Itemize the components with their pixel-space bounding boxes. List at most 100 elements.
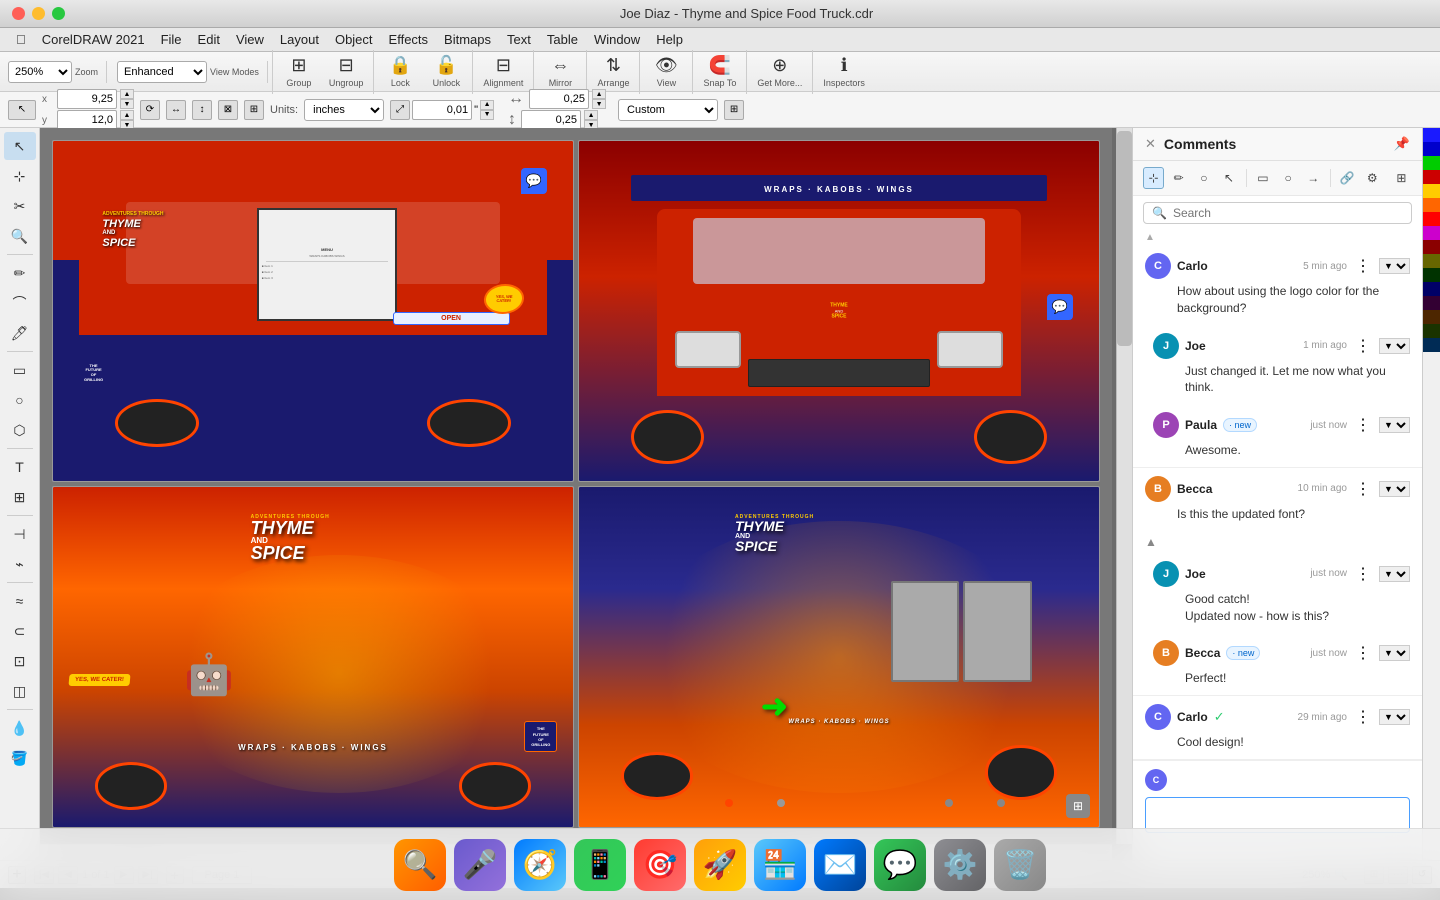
y-input[interactable] <box>57 110 117 130</box>
dock-appstore[interactable]: 🏪 <box>754 839 806 891</box>
preset-select[interactable]: Custom Letter A4 <box>618 99 718 121</box>
canvas-comment-bubble-1[interactable]: 💬 <box>521 168 547 194</box>
dock-trash[interactable]: 🗑️ <box>994 839 1046 891</box>
dock-mail[interactable]: ✉️ <box>814 839 866 891</box>
color-swatch-navy[interactable] <box>1423 282 1440 296</box>
units-select[interactable]: inches mm cm pixels <box>304 99 384 121</box>
angle-icon[interactable]: ⟳ <box>140 100 160 120</box>
dock-messages[interactable]: 💬 <box>874 839 926 891</box>
lock-button[interactable]: 🔒 Lock <box>378 44 422 100</box>
text-tool[interactable]: T <box>4 453 36 481</box>
comments-panel-options[interactable]: ⊞ <box>1391 167 1412 189</box>
color-swatch-yellow[interactable] <box>1423 184 1440 198</box>
color-swatch-brown[interactable] <box>1423 310 1440 324</box>
bezier-tool[interactable]: ⌒ <box>4 289 36 317</box>
color-swatch-forestgreen[interactable] <box>1423 324 1440 338</box>
comment-thread-options-b2[interactable]: ▼ <box>1379 645 1410 661</box>
close-comments-icon[interactable]: ✕ <box>1145 136 1156 152</box>
color-swatch-darkred[interactable] <box>1423 240 1440 254</box>
zoom-select[interactable]: 250% 100% 150% 200% <box>8 61 72 83</box>
minimize-button[interactable] <box>32 7 45 20</box>
zoom-fit-icon[interactable]: ⊞ <box>1066 794 1090 818</box>
color-swatch-red[interactable] <box>1423 170 1440 184</box>
comment-more-joe-1[interactable]: ⋮ <box>1353 336 1373 356</box>
dock-safari[interactable]: 🧭 <box>514 839 566 891</box>
menu-edit[interactable]: Edit <box>198 32 220 47</box>
comments-list[interactable]: C Carlo 5 min ago ⋮ ▼ How about using th… <box>1133 245 1422 860</box>
ellipse-tool[interactable]: ○ <box>4 386 36 414</box>
x-input[interactable] <box>57 89 117 109</box>
canvas-comment-bubble-2[interactable]: 💬 <box>1047 294 1073 320</box>
eyedropper-tool[interactable]: 💧 <box>4 714 36 742</box>
width-spin-down[interactable]: ▼ <box>592 99 606 109</box>
dock-finder[interactable]: 🔍 <box>394 839 446 891</box>
color-swatch-purple[interactable] <box>1423 226 1440 240</box>
vertical-scrollbar[interactable] <box>1116 128 1132 844</box>
x-spin-down[interactable]: ▼ <box>120 99 134 109</box>
calligraphy-tool[interactable]: 🖊 <box>4 319 36 347</box>
blend-tool[interactable]: ≈ <box>4 587 36 615</box>
menu-apple[interactable]:  <box>16 32 26 47</box>
nudge-spin-down[interactable]: ▼ <box>480 110 494 120</box>
comment-thread-options-j2[interactable]: ▼ <box>1379 566 1410 582</box>
contour-tool[interactable]: ⊂ <box>4 617 36 645</box>
color-swatch-green[interactable] <box>1423 156 1440 170</box>
dock-siri[interactable]: 🎤 <box>454 839 506 891</box>
extrude-tool[interactable]: ◫ <box>4 677 36 705</box>
width-spin-up[interactable]: ▲ <box>592 89 606 99</box>
align-icon-small[interactable]: ⊞ <box>244 100 264 120</box>
color-swatch-darkblue[interactable] <box>1423 142 1440 156</box>
envelope-tool[interactable]: ⊡ <box>4 647 36 675</box>
color-swatch-orange[interactable] <box>1423 198 1440 212</box>
selection-tool-icon[interactable]: ↖ <box>8 100 36 120</box>
x-spin-up[interactable]: ▲ <box>120 89 134 99</box>
comments-link-tool[interactable]: 🔗 <box>1337 167 1358 189</box>
snap-to-button[interactable]: 🧲 Snap To <box>697 44 742 100</box>
collapse-all-toggle[interactable]: ▲ <box>1133 230 1422 245</box>
inspectors-button[interactable]: ℹ Inspectors <box>817 44 871 100</box>
comments-circle-tool[interactable]: ○ <box>1278 167 1299 189</box>
crop-tool[interactable]: ✂ <box>4 192 36 220</box>
color-swatch-brightred[interactable] <box>1423 212 1440 226</box>
comment-more-becca-1[interactable]: ⋮ <box>1353 479 1373 499</box>
unlock-button[interactable]: 🔓 Unlock <box>424 44 468 100</box>
comments-pen-tool[interactable]: ✏ <box>1168 167 1189 189</box>
comments-arrow-tool[interactable]: → <box>1303 167 1324 189</box>
comment-more-carlo-1[interactable]: ⋮ <box>1353 256 1373 276</box>
comment-more-becca-2[interactable]: ⋮ <box>1353 643 1373 663</box>
select-tool[interactable]: ↖ <box>4 132 36 160</box>
table-tool[interactable]: ⊞ <box>4 483 36 511</box>
canvas-page-2[interactable]: WRAPS · KABOBS · WINGS <box>578 140 1100 482</box>
menu-file[interactable]: File <box>161 32 182 47</box>
get-more-button[interactable]: ⊕ Get More... <box>751 44 808 100</box>
width-input[interactable] <box>529 89 589 109</box>
parallel-dimension-tool[interactable]: ⊣ <box>4 520 36 548</box>
polygon-tool[interactable]: ⬡ <box>4 416 36 444</box>
comments-search-input[interactable] <box>1173 206 1403 220</box>
canvas-page-4[interactable]: ADVENTURES THROUGH THYME AND SPICE WRAPS… <box>578 486 1100 828</box>
pin-icon[interactable]: 📌 <box>1394 136 1410 152</box>
comment-more-joe-2[interactable]: ⋮ <box>1353 564 1373 584</box>
color-swatch-blue[interactable] <box>1423 128 1440 142</box>
close-button[interactable] <box>12 7 25 20</box>
nudge-spin-up[interactable]: ▲ <box>480 100 494 110</box>
thread-2-collapse[interactable]: ▲ <box>1133 531 1422 553</box>
color-swatch-darkpurple[interactable] <box>1423 296 1440 310</box>
transform-tool[interactable]: ⊹ <box>4 162 36 190</box>
comments-pointer-tool[interactable]: ↖ <box>1218 167 1239 189</box>
comment-thread-options-b1[interactable]: ▼ <box>1379 481 1410 497</box>
flip-v-icon[interactable]: ↕ <box>192 100 212 120</box>
ungroup-button[interactable]: ⊟ Ungroup <box>323 44 370 100</box>
comments-lasso-tool[interactable]: ○ <box>1193 167 1214 189</box>
comment-thread-options-j1[interactable]: ▼ <box>1379 338 1410 354</box>
rectangle-tool[interactable]: ▭ <box>4 356 36 384</box>
connector-tool[interactable]: ⌁ <box>4 550 36 578</box>
flip-h-icon[interactable]: ↔ <box>166 100 186 120</box>
canvas-page-3[interactable]: 🤖 ADVENTURES THROUGH THYME AND SPICE WRA… <box>52 486 574 828</box>
menu-view[interactable]: View <box>236 32 264 47</box>
y-spin-up[interactable]: ▲ <box>120 110 134 120</box>
color-swatch-olive[interactable] <box>1423 254 1440 268</box>
freehand-tool[interactable]: ✏ <box>4 259 36 287</box>
dock-preferences[interactable]: ⚙️ <box>934 839 986 891</box>
comment-more-carlo-2[interactable]: ⋮ <box>1353 707 1373 727</box>
